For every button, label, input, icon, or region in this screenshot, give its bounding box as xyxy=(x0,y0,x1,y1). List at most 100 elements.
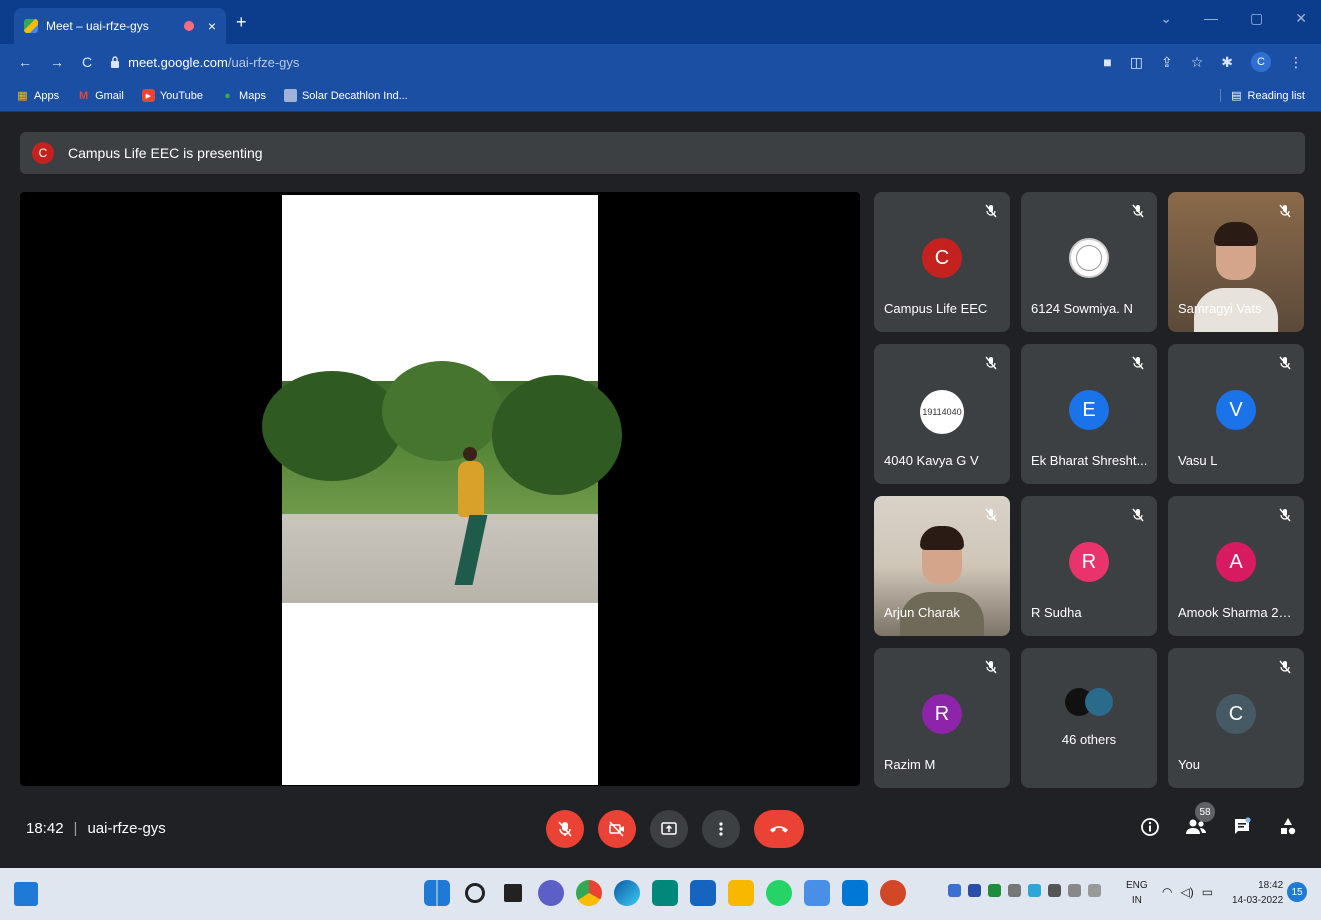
participant-avatar: R xyxy=(922,694,962,734)
activities-shapes-icon xyxy=(1281,818,1296,835)
mail-icon[interactable] xyxy=(690,880,716,906)
activities-button[interactable] xyxy=(1275,814,1301,840)
tray-app-icon[interactable] xyxy=(1048,884,1061,897)
notification-badge[interactable]: 15 xyxy=(1287,882,1307,902)
search-icon[interactable] xyxy=(465,883,485,903)
mic-muted-icon xyxy=(985,508,997,522)
gmail-icon: M xyxy=(78,89,89,102)
hang-up-icon xyxy=(770,826,788,833)
mic-muted-icon xyxy=(1132,508,1144,522)
start-icon[interactable] xyxy=(424,880,450,906)
mic-muted-icon xyxy=(1279,508,1291,522)
participant-tile[interactable]: 6124 Sowmiya. N xyxy=(1021,192,1157,332)
dancer-photo xyxy=(262,361,622,603)
tray-app-icon[interactable] xyxy=(1068,884,1081,897)
chat-button[interactable] xyxy=(1229,814,1255,840)
task-view-icon[interactable] xyxy=(504,884,522,902)
powerpoint-icon[interactable] xyxy=(880,880,906,906)
edge-icon[interactable] xyxy=(614,880,640,906)
url-field[interactable]: meet.google.com/uai-rfze-gys xyxy=(110,55,299,70)
participant-name: Campus Life EEC xyxy=(884,301,988,316)
url-path: /uai-rfze-gys xyxy=(227,54,300,70)
participant-name: You xyxy=(1178,757,1200,772)
participant-tile[interactable]: R Razim M xyxy=(874,648,1010,788)
others-tile[interactable]: 46 others xyxy=(1021,648,1157,788)
tab-search-icon[interactable]: ⌄ xyxy=(1160,10,1172,27)
participant-tile[interactable]: 19114040 4040 Kavya G V xyxy=(874,344,1010,484)
participant-tile[interactable]: C You xyxy=(1168,648,1304,788)
tray-app-icon[interactable] xyxy=(1028,884,1041,897)
mic-muted-icon xyxy=(985,204,997,218)
language-indicator[interactable]: ENG IN xyxy=(1126,878,1148,908)
meeting-details-button[interactable] xyxy=(1137,814,1163,840)
presentation-stage[interactable] xyxy=(20,192,860,786)
address-bar: ← → C meet.google.com/uai-rfze-gys ■ ◫ ⇪… xyxy=(0,44,1321,80)
chat-teams-icon[interactable] xyxy=(538,880,564,906)
whatsapp-icon[interactable] xyxy=(766,880,792,906)
leave-call-button[interactable] xyxy=(754,810,804,848)
participant-name: 4040 Kavya G V xyxy=(884,453,979,468)
snipping-tool-icon[interactable] xyxy=(804,880,830,906)
meeting-code: uai-rfze-gys xyxy=(87,820,166,837)
reading-list-button[interactable]: ▤ Reading list xyxy=(1220,89,1305,102)
meet-app-icon[interactable] xyxy=(652,880,678,906)
more-options-button[interactable] xyxy=(702,810,740,848)
bookmark-solar-decathlon[interactable]: Solar Decathlon Ind... xyxy=(283,89,408,102)
participant-tile[interactable]: Arjun Charak xyxy=(874,496,1010,636)
participant-avatar: C xyxy=(922,238,962,278)
bookmark-star-icon[interactable]: ☆ xyxy=(1191,54,1204,71)
others-count: 46 others xyxy=(1061,732,1117,747)
apps-grid-icon: ▦ xyxy=(17,90,28,102)
mic-muted-icon xyxy=(985,660,997,674)
browser-tab[interactable]: Meet – uai-rfze-gys × xyxy=(14,8,226,44)
present-now-button[interactable] xyxy=(650,810,688,848)
microphone-tray-icon[interactable] xyxy=(1088,884,1101,897)
participant-tile[interactable]: E Ek Bharat Shresht... xyxy=(1021,344,1157,484)
reload-icon[interactable]: C xyxy=(82,54,92,70)
volume-icon: ◁) xyxy=(1180,885,1194,899)
minimize-icon[interactable]: — xyxy=(1204,10,1218,27)
tray-app-icon[interactable] xyxy=(1008,884,1021,897)
participant-tile[interactable]: R R Sudha xyxy=(1021,496,1157,636)
extensions-icon[interactable]: ✱ xyxy=(1221,54,1233,71)
tab-close-button[interactable]: × xyxy=(208,18,216,34)
more-menu-icon[interactable]: ⋮ xyxy=(1289,54,1303,71)
tray-app-icon[interactable] xyxy=(988,884,1001,897)
tab-title: Meet – uai-rfze-gys xyxy=(46,19,149,33)
photos-icon[interactable] xyxy=(842,880,868,906)
maximize-icon[interactable]: ▢ xyxy=(1250,10,1263,27)
participant-avatar: C xyxy=(1216,694,1256,734)
clock[interactable]: 18:42 14-03-2022 xyxy=(1232,878,1283,908)
participant-tile[interactable]: A Amook Sharma 20i... xyxy=(1168,496,1304,636)
bookmark-gmail[interactable]: M Gmail xyxy=(77,89,124,102)
meeting-side-controls: 58 xyxy=(1137,802,1301,840)
participant-avatar xyxy=(1069,238,1109,278)
participant-name: 6124 Sowmiya. N xyxy=(1031,301,1133,316)
bookmark-maps[interactable]: ● Maps xyxy=(221,89,266,102)
file-explorer-icon[interactable] xyxy=(728,880,754,906)
camera-toggle-button[interactable] xyxy=(598,810,636,848)
profile-avatar[interactable]: C xyxy=(1251,52,1271,72)
widgets-icon[interactable] xyxy=(14,882,38,906)
participant-tile[interactable]: V Vasu L xyxy=(1168,344,1304,484)
forward-icon[interactable]: → xyxy=(50,54,64,70)
chrome-icon[interactable] xyxy=(576,880,602,906)
new-tab-button[interactable]: + xyxy=(236,12,247,33)
bookmark-apps[interactable]: ▦ Apps xyxy=(16,89,59,103)
participant-tile[interactable]: C Campus Life EEC xyxy=(874,192,1010,332)
tray-app-icon[interactable] xyxy=(948,884,961,897)
meeting-info-separator: | xyxy=(73,820,78,837)
camera-in-use-icon[interactable]: ■ xyxy=(1103,54,1111,70)
back-icon[interactable]: ← xyxy=(18,54,32,70)
open-in-icon[interactable]: ◫ xyxy=(1130,54,1143,71)
share-icon[interactable]: ⇪ xyxy=(1161,54,1173,71)
tray-app-icon[interactable] xyxy=(968,884,981,897)
youtube-icon: ▶ xyxy=(141,89,155,102)
people-button[interactable]: 58 xyxy=(1183,802,1215,840)
quick-settings[interactable]: ◠ ◁) ▭ xyxy=(1162,885,1213,899)
bookmark-youtube[interactable]: ▶ YouTube xyxy=(141,89,203,102)
close-window-icon[interactable]: ✕ xyxy=(1295,10,1307,27)
participant-tile[interactable]: Samragyi Vats xyxy=(1168,192,1304,332)
microphone-toggle-button[interactable] xyxy=(546,810,584,848)
reading-list-icon: ▤ xyxy=(1231,90,1242,102)
